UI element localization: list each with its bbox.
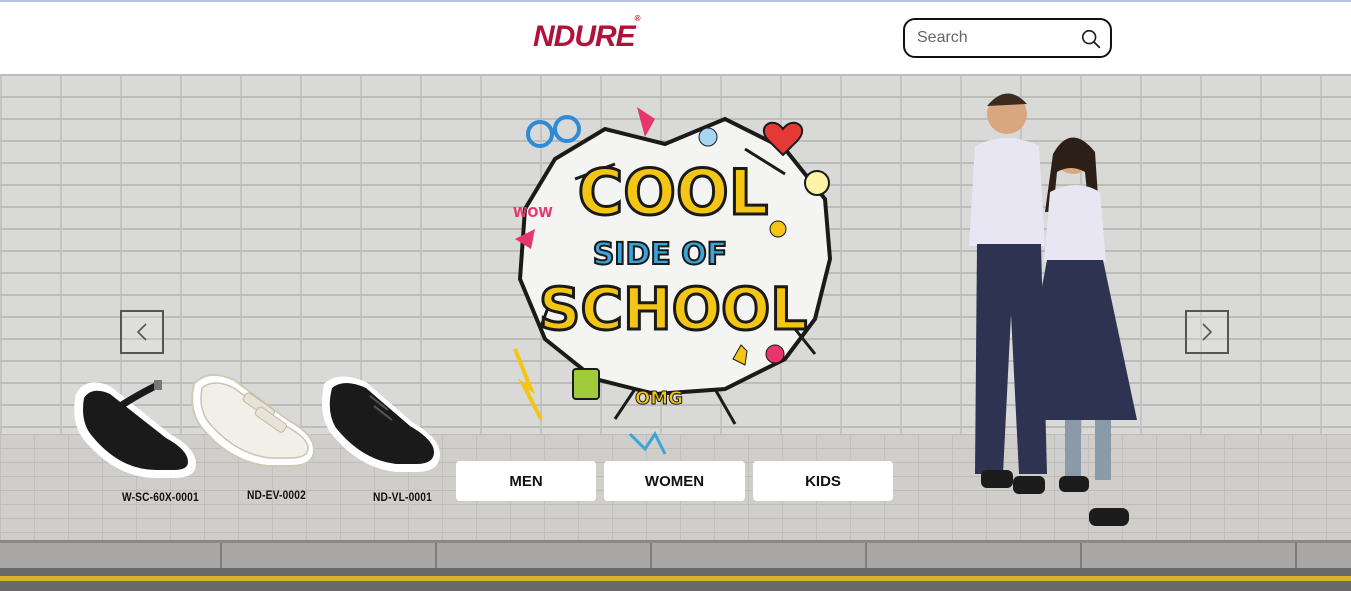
hero-banner[interactable]: COOL SIDE OF SCHOOL WOW OMG W-SC-60X-000… (0, 74, 1351, 591)
search-icon[interactable] (1080, 28, 1102, 50)
carousel-next-button[interactable] (1185, 310, 1229, 354)
road (0, 568, 1351, 591)
graffiti-artwork: COOL SIDE OF SCHOOL WOW OMG (513, 107, 833, 455)
logo-registered-mark: ® (634, 14, 641, 23)
category-women-button[interactable]: WOMEN (604, 461, 745, 501)
shoe-code-label[interactable]: W-SC-60X-0001 (122, 490, 199, 504)
carousel-prev-button[interactable] (120, 310, 164, 354)
shoe-image-nd-vl-0001[interactable] (318, 372, 448, 480)
kids-in-uniform-image (969, 93, 1137, 526)
shoe-image-nd-ev-0002[interactable] (188, 370, 322, 474)
page: NDURE® COOL SIDE OF SCHOOL W (0, 0, 1351, 591)
chevron-right-icon (1202, 323, 1213, 341)
shoe-image-w-sc-60x-0001[interactable] (68, 374, 203, 484)
category-kids-button[interactable]: KIDS (753, 461, 893, 501)
graffiti-sideof-text: SIDE OF (593, 237, 728, 272)
curb (0, 540, 1351, 571)
graffiti-omg-text: OMG (635, 388, 683, 409)
graffiti-cool-text: COOL (578, 156, 768, 229)
logo-text: NDURE (533, 20, 636, 53)
graffiti-wow-text: WOW (513, 206, 553, 221)
search-input[interactable] (905, 23, 1070, 53)
category-men-button[interactable]: MEN (456, 461, 596, 501)
graffiti-school-text: SCHOOL (539, 275, 807, 343)
shoe-code-label[interactable]: ND-EV-0002 (247, 488, 306, 502)
search-box (903, 18, 1112, 58)
site-header: NDURE® (0, 2, 1351, 74)
brand-logo[interactable]: NDURE® (533, 14, 641, 54)
chevron-left-icon (136, 323, 147, 341)
shoe-code-label[interactable]: ND-VL-0001 (373, 490, 432, 504)
